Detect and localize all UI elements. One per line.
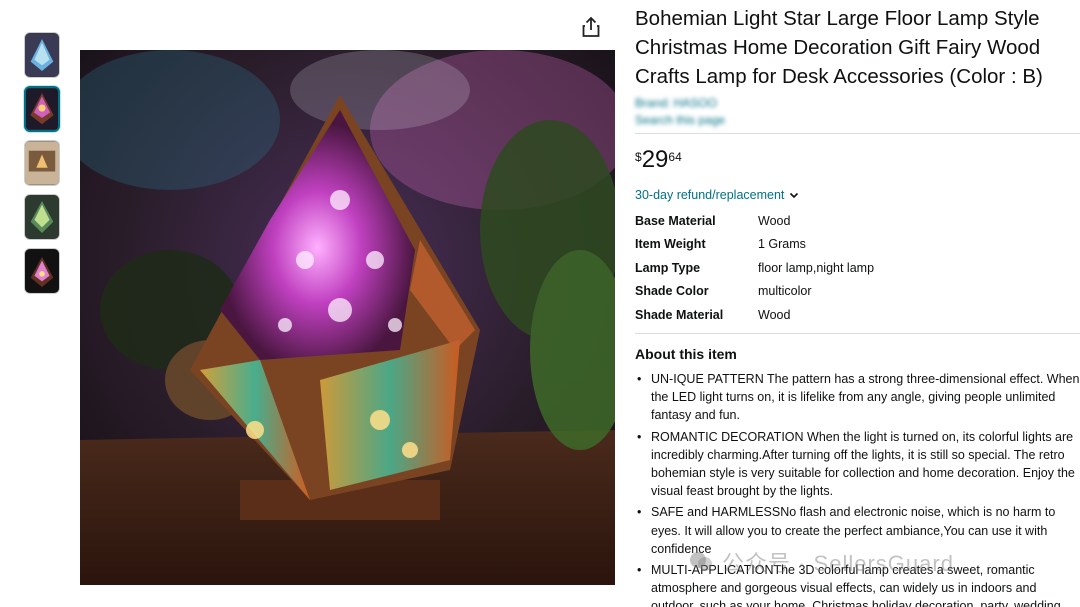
brand-link[interactable]: Brand: HASOO Search this page (635, 95, 1080, 129)
spec-value: Wood (758, 307, 791, 322)
refund-text[interactable]: 30-day refund/replacement (635, 188, 784, 202)
spec-key: Shade Color (635, 284, 709, 299)
refund-policy-link[interactable]: 30-day refund/replacement (635, 188, 1080, 202)
spec-row: Shade Material Wood (635, 304, 874, 327)
thumbnail-4[interactable] (24, 194, 60, 240)
spec-value: 1 Grams (758, 237, 806, 252)
thumbnail-3[interactable] (24, 140, 60, 186)
store-search-text[interactable]: Search this page (635, 112, 1080, 129)
price-fraction: 64 (668, 150, 682, 164)
spec-row: Shade Color multicolor (635, 280, 874, 303)
thumbnail-1[interactable] (24, 32, 60, 78)
list-item: UN-IQUE PATTERN The pattern has a strong… (637, 370, 1080, 425)
product-info-panel: Bohemian Light Star Large Floor Lamp Sty… (635, 4, 1080, 607)
spec-key: Base Material (635, 214, 716, 228)
price: $ 29 64 (635, 148, 1080, 172)
share-icon[interactable] (580, 16, 602, 38)
chevron-down-icon (790, 192, 799, 199)
thumbnail-5[interactable] (24, 248, 60, 294)
list-item: MULTI-APPLICATIONThe 3D colorful lamp cr… (637, 561, 1080, 607)
spec-key: Shade Material (635, 307, 724, 322)
spec-row: Item Weight 1 Grams (635, 233, 874, 256)
brand-text[interactable]: Brand: HASOO (635, 95, 1080, 112)
thumbnail-strip (24, 32, 60, 302)
price-whole: 29 (641, 146, 669, 173)
about-heading: About this item (635, 346, 737, 363)
spec-value: Wood (758, 214, 791, 228)
thumbnail-2-selected[interactable] (24, 86, 60, 132)
spec-row: Base Material Wood (635, 210, 874, 233)
spec-value: multicolor (758, 284, 812, 299)
spec-key: Lamp Type (635, 260, 701, 275)
product-title: Bohemian Light Star Large Floor Lamp Sty… (635, 7, 1043, 88)
price-currency: $ (635, 150, 642, 164)
spec-row: Lamp Type floor lamp,night lamp (635, 257, 874, 280)
main-product-image[interactable] (80, 50, 615, 585)
title-divider (635, 133, 1080, 134)
list-item: ROMANTIC DECORATION When the light is tu… (637, 428, 1080, 501)
spec-key: Item Weight (635, 237, 706, 252)
list-item: SAFE and HARMLESSNo flash and electronic… (637, 503, 1080, 558)
spec-value: floor lamp,night lamp (758, 260, 875, 275)
specs-divider (635, 333, 1080, 335)
about-bullets: UN-IQUE PATTERN The pattern has a strong… (635, 370, 1080, 607)
specs-table: Base Material Wood Item Weight 1 Grams L… (635, 210, 874, 327)
